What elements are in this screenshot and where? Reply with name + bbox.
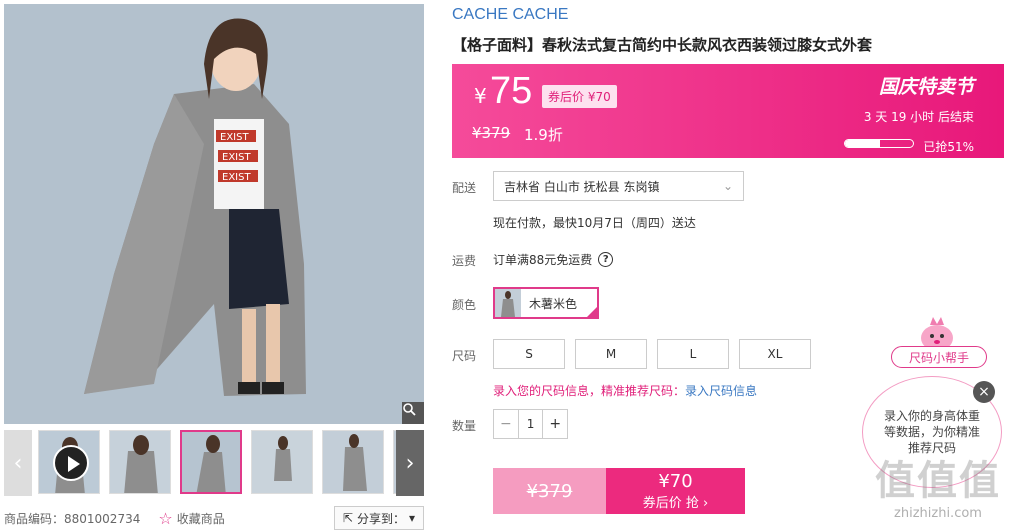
quantity-label: 数量 [452,419,477,433]
share-icon: ⇱ [342,511,353,525]
color-swatch-image [495,289,521,317]
selected-check-icon [585,305,599,319]
thumb-video[interactable] [38,430,100,494]
watermark: 值值值 zhizhizhi.com [868,448,1008,528]
product-code: 商品编码：8801002734 [4,511,141,526]
quantity-input[interactable]: 1 [517,410,544,438]
watermark-text: 值值值 [875,458,1001,504]
address-value: 吉林省 白山市 抚松县 东岗镇 [504,179,660,194]
thumb-next-button[interactable]: › [396,430,424,496]
discount-rate: 1.9折 [524,126,563,144]
size-tip: 录入您的尺码信息，精准推荐尺码：录入尺码信息 [493,382,757,399]
buy-action-label: 券后价 抢 › [642,496,709,511]
product-main-image[interactable]: EXIST EXIST EXIST [4,4,424,424]
coupon-price-tag: 券后价 ¥70 [542,85,617,108]
shipping-text: 订单满88元免运费 [493,253,593,267]
color-option-label: 木薯米色 [529,296,578,311]
size-helper-label[interactable]: 尺码小帮手 [891,346,987,368]
thumb-2[interactable] [109,430,171,494]
quantity-minus-button[interactable]: − [494,416,518,432]
color-option[interactable]: 木薯米色 [493,287,599,319]
sold-progress-fill [845,140,880,147]
current-price: 75 [490,70,533,112]
star-icon: ☆ [158,508,173,528]
thumb-prev-button[interactable]: ‹ [4,430,32,496]
buy-button[interactable]: ¥379 ¥70 券后价 抢 › [493,468,745,514]
size-tip-link[interactable]: 录入尺码信息 [685,384,757,398]
product-title: 【格子面料】春秋法式复古简约中长款风衣西装领过膝女式外套 [452,36,873,54]
quantity-stepper: − 1 + [493,409,568,439]
thumbnail-strip: ‹ › [4,430,424,496]
model-photo: EXIST EXIST EXIST [4,4,424,424]
share-button[interactable]: ⇱ 分享到： ▾ [333,506,424,530]
price-box: ¥ 75 券后价 ¥70 ¥379 1.9折 国庆特卖节 3 天 19 小时 后… [452,64,1004,158]
delivery-note: 现在付款，最快10月7日（周四）送达 [493,216,696,230]
shirt-text-3: EXIST [222,172,251,183]
event-title: 国庆特卖节 [878,76,974,98]
sold-percent-label: 已抢51% [923,140,974,154]
shipping-label: 运费 [452,254,477,268]
quantity-plus-button[interactable]: + [543,416,567,432]
zoom-icon[interactable] [402,402,424,424]
size-tip-text: 录入您的尺码信息，精准推荐尺码： [493,384,686,398]
size-option-s[interactable]: S [493,339,565,369]
watermark-url: zhizhizhi.com [894,506,982,521]
buy-coupon-price: ¥70 [658,471,693,492]
buy-coupon-action[interactable]: ¥70 券后价 抢 › [606,468,745,514]
favorite-button[interactable]: ☆ 收藏商品 [158,509,224,528]
shipping-info: 订单满88元免运费 ? [493,251,614,268]
play-icon[interactable] [53,445,89,481]
close-icon[interactable]: × [973,381,995,403]
thumb-3[interactable] [180,430,242,494]
size-option-m[interactable]: M [575,339,647,369]
share-label: 分享到： [356,511,405,526]
currency-symbol: ¥ [474,84,487,108]
thumb-5[interactable] [322,430,384,494]
buy-original-price: ¥379 [493,468,606,514]
thumb-4[interactable] [251,430,313,494]
favorite-label: 收藏商品 [176,511,225,526]
shirt-text-1: EXIST [220,132,249,143]
shirt-text-2: EXIST [222,152,251,163]
color-label: 颜色 [452,298,477,312]
address-select[interactable]: 吉林省 白山市 抚松县 东岗镇 ⌄ [493,171,744,201]
brand-name[interactable]: CACHE CACHE [452,6,568,24]
size-option-l[interactable]: L [657,339,729,369]
chevron-down-icon: ▾ [408,511,415,525]
original-price: ¥379 [472,124,511,142]
chevron-down-icon: ⌄ [722,179,733,193]
help-icon[interactable]: ? [598,252,614,267]
size-option-xl[interactable]: XL [739,339,811,369]
delivery-label: 配送 [452,181,477,195]
sold-progress-bar [844,139,914,148]
size-label: 尺码 [452,349,477,363]
countdown-text: 3 天 19 小时 后结束 [863,110,974,124]
meta-row: 商品编码：8801002734 ☆ 收藏商品 ⇱ 分享到： ▾ [4,506,424,530]
